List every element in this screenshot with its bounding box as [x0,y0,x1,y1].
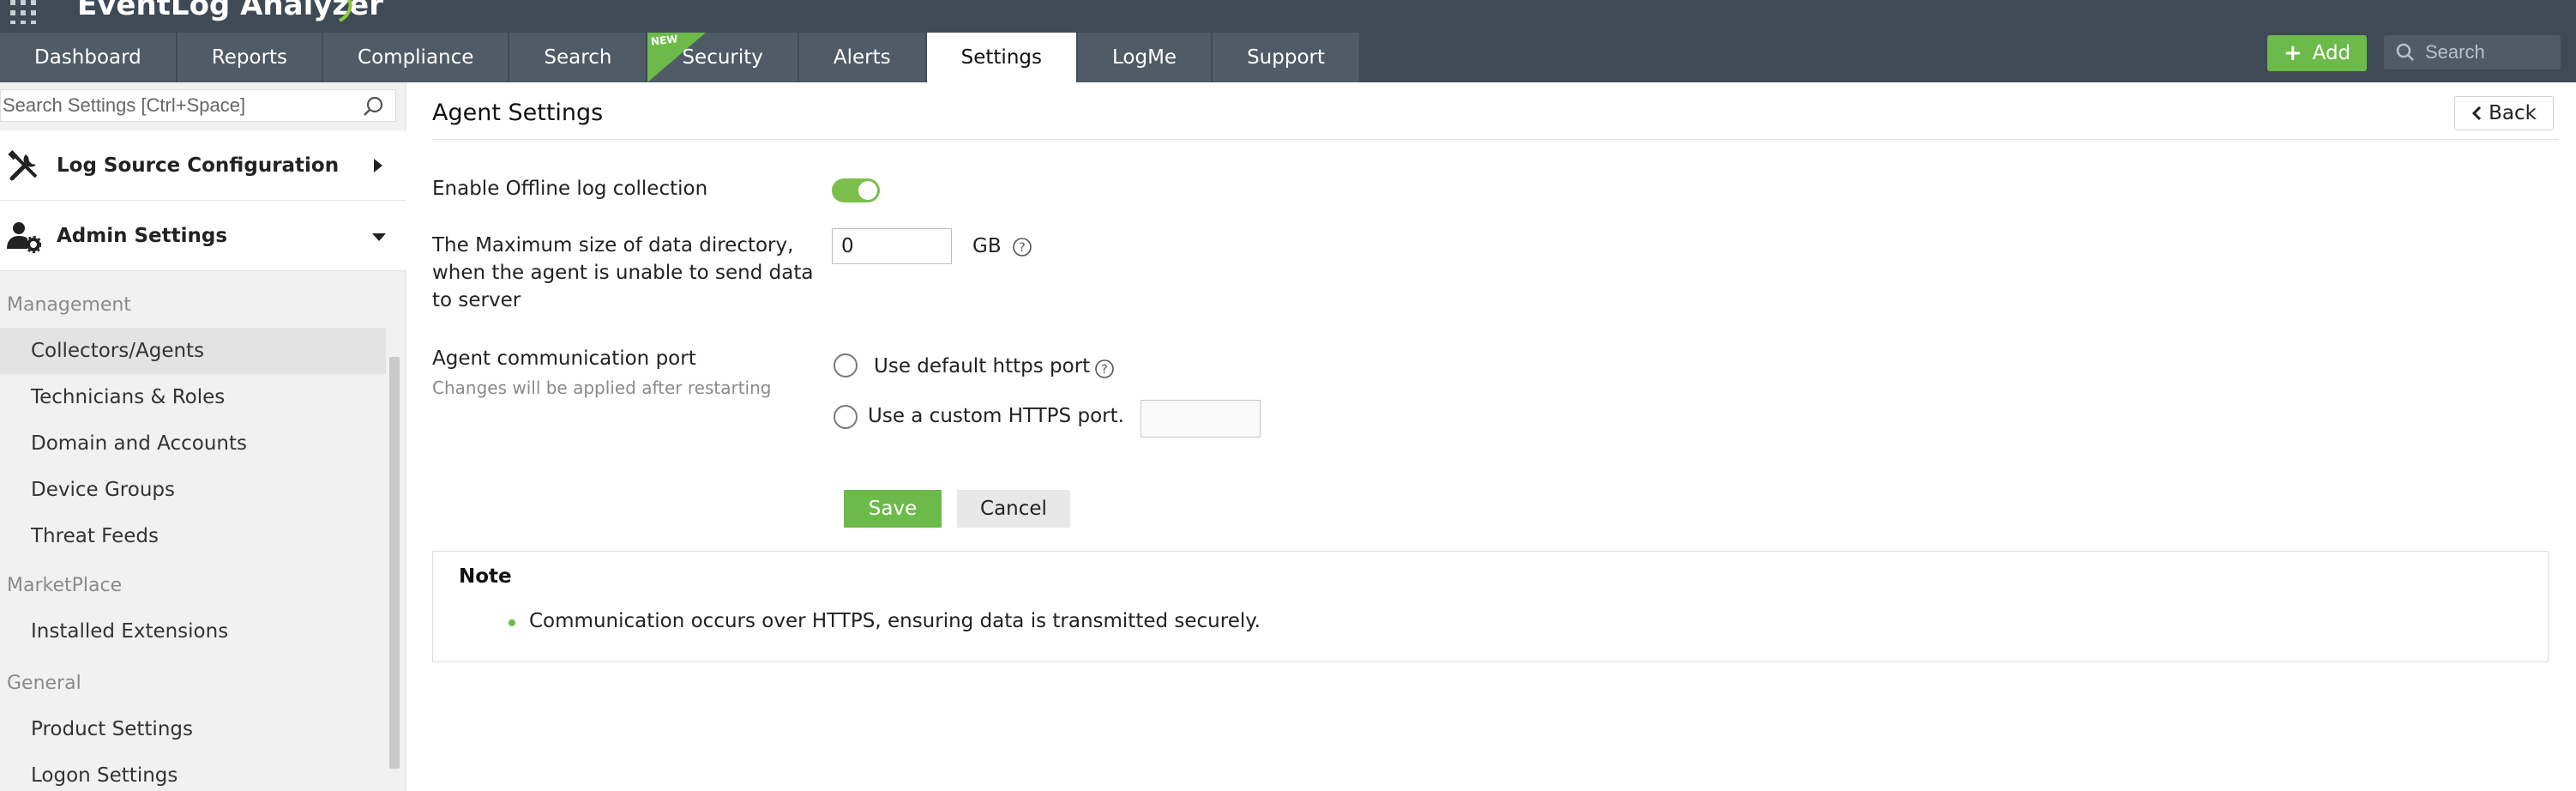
sidebar-item-installed-extensions[interactable]: Installed Extensions [0,608,386,655]
global-search[interactable] [2384,35,2561,69]
chevron-left-icon [2471,106,2482,121]
sidebar-item-product-settings[interactable]: Product Settings [0,706,386,752]
tab-support[interactable]: Support [1213,33,1361,82]
custom-port-input[interactable] [1141,400,1261,438]
user-gear-icon [7,222,41,253]
global-search-input[interactable] [2425,41,2554,63]
section-label: Log Source Configuration [57,154,340,177]
group-label-management: Management [7,294,131,316]
question-circle-icon[interactable]: ? [1094,359,1115,379]
sidebar-scrollbar[interactable] [389,357,400,769]
settings-sidebar: Log Source Configuration Admin Settings … [0,82,406,791]
logo-swoosh-icon [338,0,352,22]
custom-port-label: Use a custom HTTPS port. [868,405,1124,427]
sidebar-item-collectors-agents[interactable]: Collectors/Agents [0,328,386,374]
bullet-icon [509,619,515,626]
main-content: Agent Settings Back Enable Offline log c… [406,82,2576,791]
toggle-knob [858,181,877,200]
sidebar-item-domain-accounts[interactable]: Domain and Accounts [0,420,386,467]
max-size-unit: GB [972,235,1002,257]
tab-logme[interactable]: LogMe [1077,33,1213,82]
default-port-label: Use default https port [874,355,1091,377]
back-button[interactable]: Back [2454,96,2554,130]
group-label-general: General [7,673,81,694]
offline-collection-label: Enable Offline log collection [432,178,708,200]
tab-alerts[interactable]: Alerts [798,33,927,82]
section-admin-settings[interactable]: Admin Settings [0,201,406,271]
default-port-radio[interactable] [834,353,858,377]
tab-compliance[interactable]: Compliance [323,33,510,82]
tools-icon [8,150,38,181]
cancel-button[interactable]: Cancel [957,490,1070,528]
group-label-marketplace: MarketPlace [7,575,123,596]
add-button[interactable]: + Add [2267,35,2367,71]
brand-row: EventLog Analyzer [0,0,858,33]
question-circle-icon[interactable]: ? [1012,237,1032,257]
tab-reports[interactable]: Reports [177,33,324,82]
section-log-source-configuration[interactable]: Log Source Configuration [0,130,406,201]
save-button[interactable]: Save [844,490,942,528]
top-header: EventLog Analyzer Dashboard Reports Comp… [0,0,2576,82]
svg-text:?: ? [1019,241,1025,255]
page-title: Agent Settings [432,100,604,126]
caret-right-icon [374,159,382,172]
svg-text:?: ? [1101,363,1107,377]
note-box: Note Communication occurs over HTTPS, en… [432,551,2549,662]
tab-security[interactable]: NEW Security [647,33,799,82]
custom-port-radio[interactable] [834,405,858,429]
plus-icon: + [2283,40,2302,66]
settings-search[interactable] [0,89,396,122]
tab-search[interactable]: Search [509,33,648,82]
caret-down-icon [372,233,386,241]
grid-icon[interactable] [7,0,41,24]
tab-dashboard[interactable]: Dashboard [0,33,178,82]
max-size-label: The Maximum size of data directory, when… [432,234,814,311]
note-item: Communication occurs over HTTPS, ensurin… [529,610,1261,632]
search-icon [2396,43,2414,61]
sidebar-item-device-groups[interactable]: Device Groups [0,467,386,513]
search-icon[interactable] [363,95,385,118]
sidebar-item-logon-settings[interactable]: Logon Settings [0,752,386,791]
tab-settings[interactable]: Settings [926,33,1078,82]
note-title: Note [459,565,512,588]
sidebar-item-threat-feeds[interactable]: Threat Feeds [0,513,386,559]
port-label: Agent communication port [432,347,696,370]
main-nav-tabs: Dashboard Reports Compliance Search NEW … [0,33,1361,82]
port-help-text: Changes will be applied after restarting [432,377,772,398]
offline-collection-toggle[interactable] [832,178,880,202]
max-size-input[interactable] [832,228,952,264]
section-label: Admin Settings [57,224,228,247]
sidebar-item-technicians-roles[interactable]: Technicians & Roles [0,374,386,420]
settings-search-input[interactable] [1,94,352,117]
title-divider [432,139,2559,140]
